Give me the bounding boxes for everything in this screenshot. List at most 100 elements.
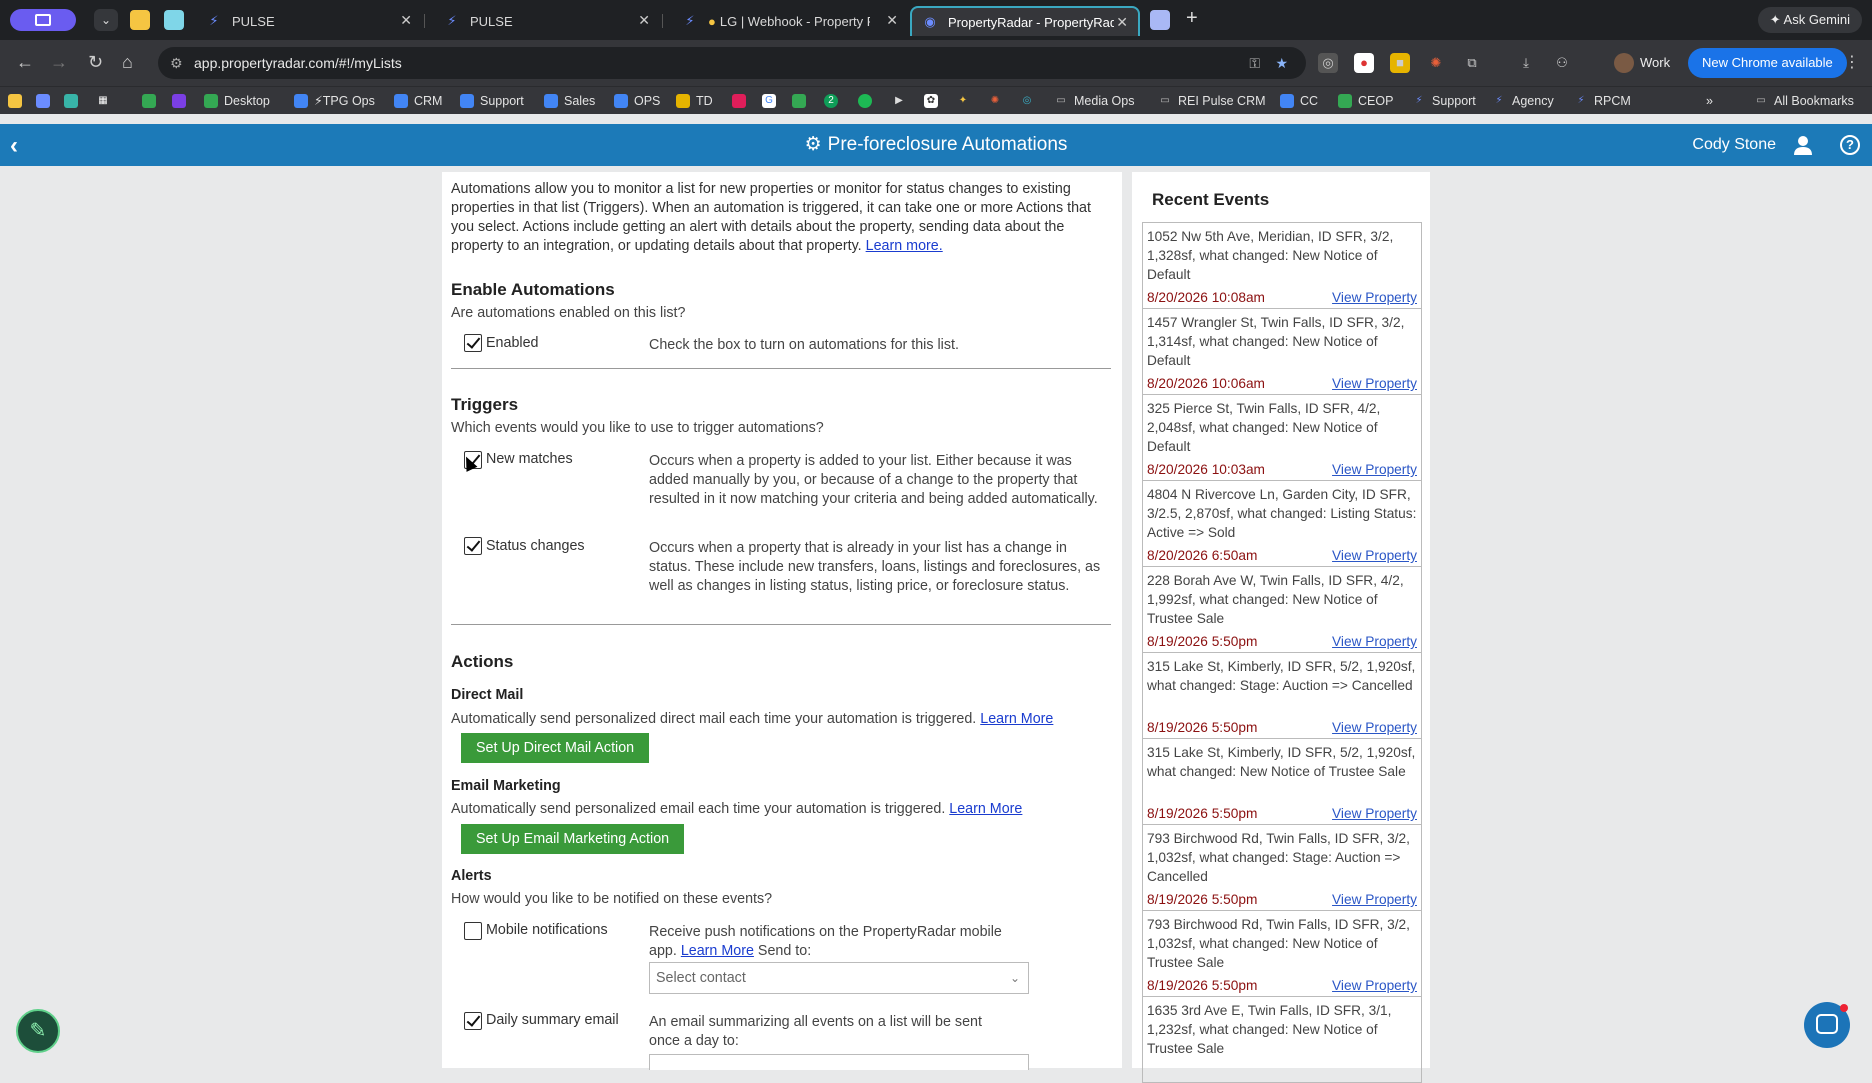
enabled-checkbox[interactable] [464, 334, 482, 352]
help-icon[interactable]: ? [1840, 135, 1860, 155]
badge-icon[interactable]: 2 [824, 94, 838, 108]
learn-more-link[interactable]: Learn more. [866, 238, 943, 254]
all-bookmarks[interactable]: ▭ All Bookmarks [1754, 91, 1854, 111]
event-item: 1635 3rd Ave E, Twin Falls, ID SFR, 3/1,… [1143, 997, 1421, 1083]
status-changes-checkbox[interactable] [464, 537, 482, 555]
pokeball-extension-icon[interactable]: ● [1354, 53, 1374, 73]
bookmark-app-icon[interactable] [64, 94, 78, 108]
tab-active[interactable]: ◉ PropertyRadar - PropertyRad ✕ [910, 6, 1140, 36]
direct-mail-learn-more-link[interactable]: Learn More [980, 711, 1053, 727]
bookmark-support[interactable]: Support [460, 91, 524, 111]
tab-3[interactable]: ⚡ ● LG | Webhook - Property R ✕ [672, 6, 908, 36]
ask-gemini-button[interactable]: ✦ Ask Gemini [1757, 7, 1862, 33]
tab-2[interactable]: ⚡ PULSE ✕ [434, 6, 660, 36]
view-property-link[interactable]: View Property [1332, 290, 1417, 305]
reload-icon[interactable]: ↻ [88, 52, 103, 73]
back-arrow-icon[interactable]: ← [16, 52, 34, 73]
bookmark-label: Agency [1512, 94, 1554, 108]
play-icon[interactable]: ▶ [892, 94, 906, 108]
apps-grid-icon[interactable]: ▦ [96, 94, 110, 108]
automation-settings-panel: Automations allow you to monitor a list … [442, 172, 1122, 1070]
bookmark-app-icon[interactable]: ◎ [1020, 94, 1034, 108]
email-learn-more-link[interactable]: Learn More [949, 801, 1022, 817]
view-property-link[interactable]: View Property [1332, 806, 1417, 821]
bookmark-td[interactable]: TD [676, 91, 713, 111]
profile-switcher[interactable] [10, 9, 76, 31]
new-tab-button[interactable]: + [1186, 7, 1198, 30]
bookmark-ceop[interactable]: CEOP [1338, 91, 1393, 111]
puzzle-icon[interactable]: ⧉ [1462, 53, 1482, 73]
bookmark-app-icon[interactable] [36, 94, 50, 108]
bookmark-crm[interactable]: CRM [394, 91, 442, 111]
key-icon[interactable]: ⚿ [1249, 47, 1260, 79]
send-to-label: Send to: [753, 943, 812, 959]
bookmark-ops[interactable]: OPS [614, 91, 660, 111]
pinned-tab-1[interactable] [130, 10, 150, 30]
daily-summary-checkbox[interactable] [464, 1012, 482, 1030]
profile-button[interactable]: Work [1608, 48, 1680, 78]
more-menu-icon[interactable]: ⋮ [1844, 52, 1860, 72]
bookmark-support-2[interactable]: ⚡ Support [1412, 91, 1475, 111]
view-property-link[interactable]: View Property [1332, 892, 1417, 907]
close-icon[interactable]: ✕ [638, 12, 650, 29]
chrome-update-button[interactable]: New Chrome available [1688, 48, 1847, 78]
bookmark-rpcm[interactable]: ⚡ RPCM [1574, 91, 1630, 111]
bookmark-app-icon[interactable] [792, 94, 806, 108]
bookmark-app-icon[interactable] [8, 94, 22, 108]
view-property-link[interactable]: View Property [1332, 462, 1417, 477]
claude-icon[interactable]: ✺ [988, 94, 1002, 108]
bookmark-star-icon[interactable]: ★ [1275, 47, 1288, 79]
bookmark-desktop[interactable]: Desktop [204, 91, 270, 111]
view-property-link[interactable]: View Property [1332, 720, 1417, 735]
view-property-link[interactable]: View Property [1332, 376, 1417, 391]
extension-icon[interactable]: ■ [1390, 53, 1410, 73]
direct-mail-heading: Direct Mail [451, 687, 524, 703]
bookmark-tpg-ops[interactable]: ⚡TPG Ops [294, 91, 375, 111]
edit-pencil-button[interactable]: ✎ [16, 1009, 60, 1053]
download-icon[interactable]: ⤓ [1516, 53, 1536, 73]
google-icon[interactable]: G [762, 94, 776, 108]
spotify-icon[interactable] [858, 94, 872, 108]
enable-automations-heading: Enable Automations [451, 280, 615, 299]
site-info-icon[interactable]: ⚙ [170, 47, 183, 79]
tab-search-button[interactable]: ⌄ [94, 9, 118, 31]
more-bookmarks-button[interactable]: » [1706, 91, 1713, 111]
pinned-tab-2[interactable] [164, 10, 184, 30]
bookmark-rei-pulse-crm[interactable]: ▭ REI Pulse CRM [1158, 91, 1265, 111]
close-icon[interactable]: ✕ [886, 12, 898, 29]
select-contact-dropdown[interactable]: Select contact ⌄ [649, 962, 1029, 994]
url-bar[interactable]: ⚙ app.propertyradar.com/#!/myLists ⚿ ★ [158, 47, 1306, 79]
user-icon[interactable] [1794, 135, 1812, 155]
home-icon[interactable]: ⌂ [122, 52, 133, 73]
user-name[interactable]: Cody Stone [1692, 124, 1776, 166]
doc-icon [614, 94, 628, 108]
pinned-tab-3[interactable] [1150, 10, 1170, 30]
notification-dot [1840, 1004, 1848, 1012]
set-up-email-marketing-button[interactable]: Set Up Email Marketing Action [461, 824, 685, 854]
close-icon[interactable]: ✕ [1116, 14, 1128, 31]
mobile-learn-more-link[interactable]: Learn More [681, 943, 754, 959]
bookmark-media-ops[interactable]: ▭ Media Ops [1054, 91, 1134, 111]
bookmark-sales[interactable]: Sales [544, 91, 595, 111]
gemini-icon[interactable]: ✦ [956, 94, 970, 108]
password-icon[interactable]: ⚇ [1552, 53, 1572, 73]
slack-icon[interactable] [732, 94, 746, 108]
bookmark-cc[interactable]: CC [1280, 91, 1318, 111]
camera-extension-icon[interactable]: ◎ [1318, 53, 1338, 73]
chat-support-button[interactable] [1804, 1002, 1850, 1048]
asterisk-extension-icon[interactable]: ✺ [1426, 53, 1446, 73]
forward-arrow-icon[interactable]: → [50, 52, 68, 73]
event-item: 1457 Wrangler St, Twin Falls, ID SFR, 3/… [1143, 309, 1421, 395]
close-icon[interactable]: ✕ [400, 12, 412, 29]
view-property-link[interactable]: View Property [1332, 548, 1417, 563]
tab-title: PULSE [470, 13, 513, 29]
view-property-link[interactable]: View Property [1332, 634, 1417, 649]
sheets-icon[interactable] [142, 94, 156, 108]
openai-icon[interactable]: ✿ [924, 94, 938, 108]
mobile-notifications-checkbox[interactable] [464, 922, 482, 940]
view-property-link[interactable]: View Property [1332, 978, 1417, 993]
bookmark-app-icon[interactable] [172, 94, 186, 108]
tab-1[interactable]: ⚡ PULSE ✕ [196, 6, 422, 36]
set-up-direct-mail-button[interactable]: Set Up Direct Mail Action [461, 733, 650, 763]
bookmark-agency[interactable]: ⚡ Agency [1492, 91, 1554, 111]
